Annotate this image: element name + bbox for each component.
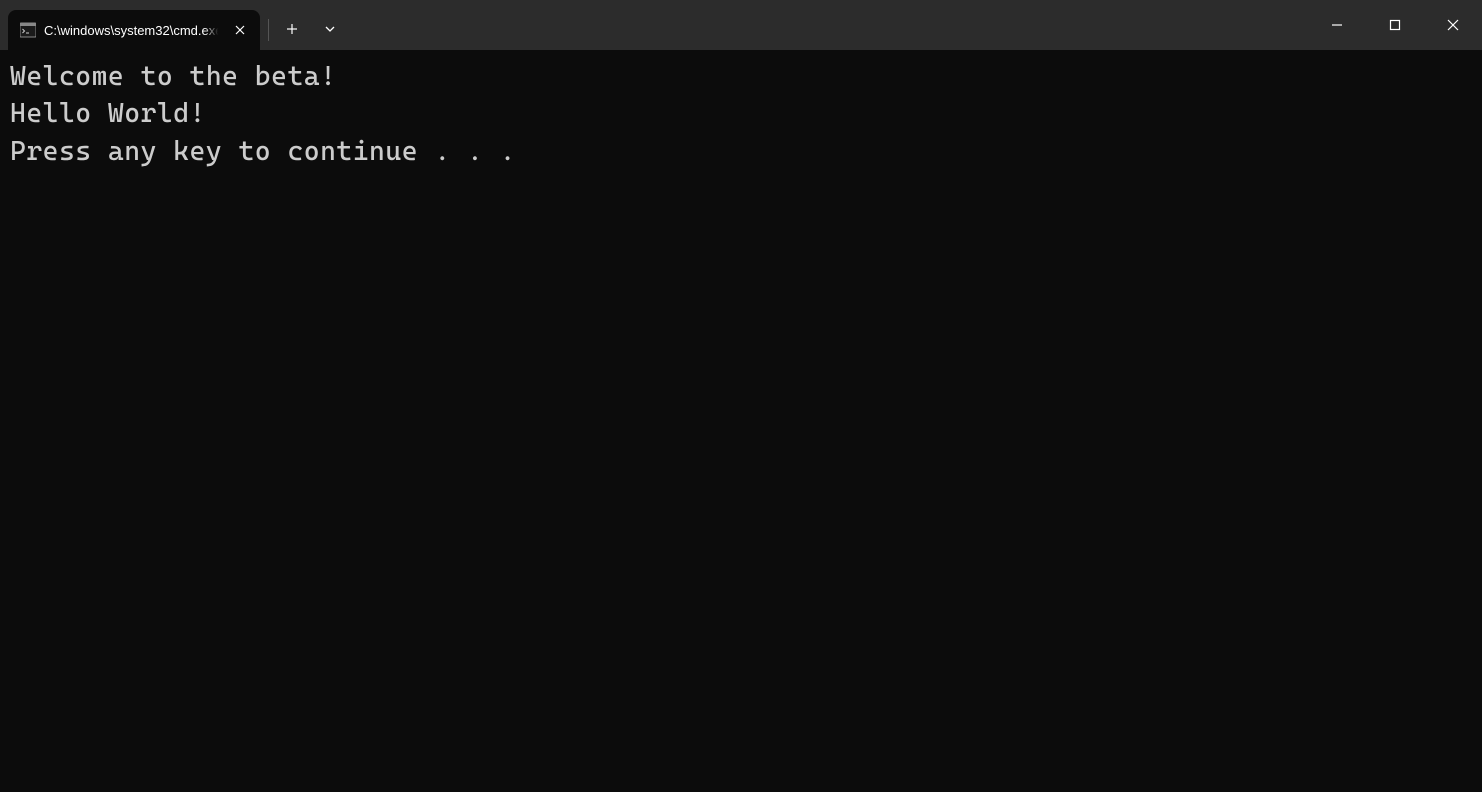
new-tab-button[interactable]	[273, 10, 311, 48]
terminal-content[interactable]: Welcome to the beta! Hello World! Press …	[0, 50, 1482, 792]
tab-dropdown-button[interactable]	[311, 10, 349, 48]
tab-cmd[interactable]: C:\windows\system32\cmd.exe	[8, 10, 260, 50]
minimize-button[interactable]	[1308, 0, 1366, 50]
tab-title: C:\windows\system32\cmd.exe	[44, 23, 222, 38]
close-button[interactable]	[1424, 0, 1482, 50]
titlebar: C:\windows\system32\cmd.exe	[0, 0, 1482, 50]
maximize-button[interactable]	[1366, 0, 1424, 50]
terminal-line: Welcome to the beta!	[10, 58, 1472, 95]
cmd-icon	[20, 22, 36, 38]
terminal-line: Hello World!	[10, 95, 1472, 132]
tab-close-button[interactable]	[230, 20, 250, 40]
tab-area: C:\windows\system32\cmd.exe	[0, 0, 349, 50]
terminal-line: Press any key to continue . . .	[10, 133, 1472, 170]
window-controls	[1308, 0, 1482, 50]
tab-divider	[268, 19, 269, 41]
